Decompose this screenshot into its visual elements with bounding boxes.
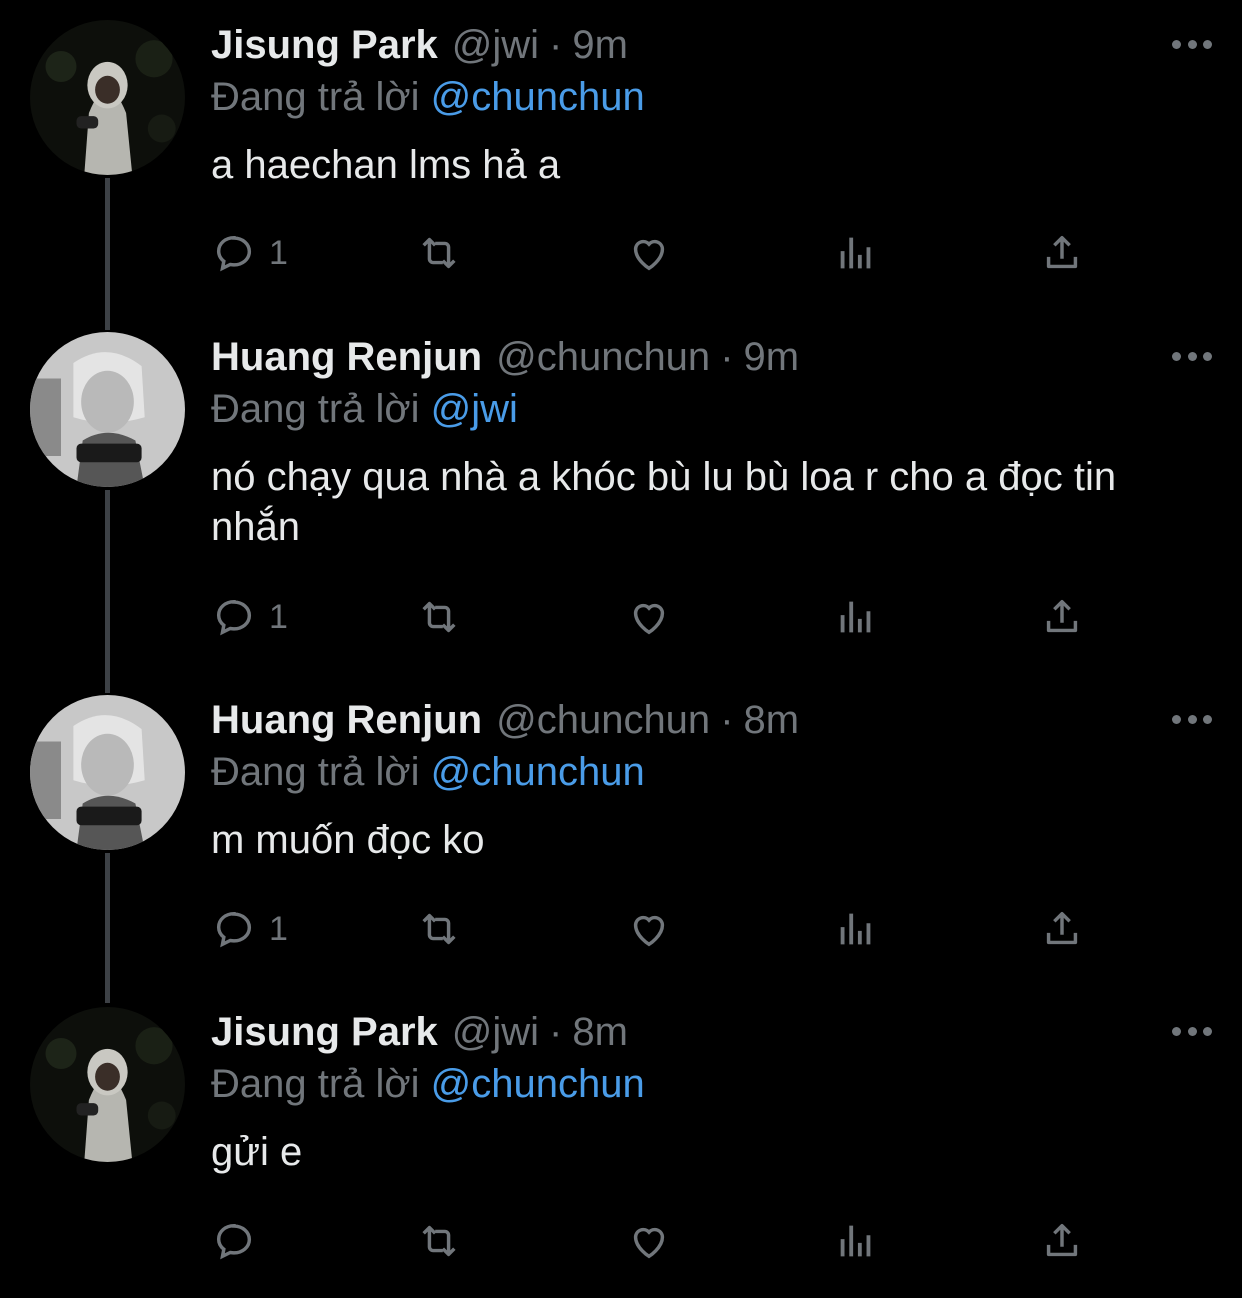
display-name[interactable]: Jisung Park <box>211 20 438 70</box>
mention-link[interactable]: @chunchun <box>431 750 645 794</box>
reply-icon <box>216 599 252 636</box>
reply-button[interactable]: 1 <box>211 592 288 642</box>
display-name[interactable]: Huang Renjun <box>211 332 482 382</box>
retweet-icon <box>422 913 456 945</box>
mention-link[interactable]: @jwi <box>431 387 518 431</box>
separator: · <box>720 335 734 379</box>
timestamp[interactable]: 9m <box>572 20 628 70</box>
share-button[interactable] <box>1039 592 1085 642</box>
views-icon <box>840 1225 871 1257</box>
separator: · <box>720 698 734 742</box>
replying-prefix: Đang trả lời <box>211 387 420 431</box>
mention-link[interactable]: @chunchun <box>431 1062 645 1106</box>
replying-to: Đang trả lời @chunchun <box>211 747 1212 797</box>
avatar[interactable] <box>30 332 185 487</box>
like-button[interactable] <box>626 228 672 278</box>
mention-link[interactable]: @chunchun <box>431 75 645 119</box>
thread-line <box>105 178 110 330</box>
like-button[interactable] <box>626 904 672 954</box>
share-button[interactable] <box>1039 1216 1085 1266</box>
like-icon <box>633 239 665 271</box>
views-button[interactable] <box>833 228 879 278</box>
reply-button[interactable] <box>211 1216 269 1266</box>
separator: · <box>549 23 563 67</box>
replying-prefix: Đang trả lời <box>211 750 420 794</box>
reply-icon <box>216 235 252 272</box>
handle[interactable]: @chunchun <box>496 695 710 745</box>
like-icon <box>633 603 665 635</box>
replying-prefix: Đang trả lời <box>211 75 420 119</box>
views-icon <box>840 237 871 269</box>
tweet-text: nó chạy qua nhà a khóc bù lu bù loa r ch… <box>211 455 1117 549</box>
separator: · <box>549 1010 563 1054</box>
views-button[interactable] <box>833 904 879 954</box>
handle[interactable]: @jwi <box>452 1007 539 1057</box>
share-button[interactable] <box>1039 904 1085 954</box>
reply-count: 1 <box>269 909 288 948</box>
like-icon <box>633 915 665 947</box>
like-button[interactable] <box>626 592 672 642</box>
like-button[interactable] <box>626 1216 672 1266</box>
avatar[interactable] <box>30 20 185 175</box>
timestamp[interactable]: 8m <box>572 1007 628 1057</box>
share-icon <box>1046 911 1078 945</box>
share-icon <box>1046 1223 1078 1257</box>
handle[interactable]: @chunchun <box>496 332 710 382</box>
avatar[interactable] <box>30 695 185 850</box>
retweet-icon <box>422 237 456 269</box>
share-icon <box>1046 235 1078 269</box>
avatar[interactable] <box>30 1007 185 1162</box>
thread-line <box>105 853 110 1003</box>
reply-button[interactable]: 1 <box>211 228 288 278</box>
share-icon <box>1046 599 1078 633</box>
more-icon[interactable] <box>1172 1025 1212 1037</box>
display-name[interactable]: Jisung Park <box>211 1007 438 1057</box>
display-name[interactable]: Huang Renjun <box>211 695 482 745</box>
thread-line <box>105 490 110 693</box>
tweet-text: a haechan lms hả a <box>211 143 561 187</box>
handle[interactable]: @jwi <box>452 20 539 70</box>
reply-button[interactable]: 1 <box>211 904 288 954</box>
reply-icon <box>216 1223 252 1260</box>
retweet-icon <box>422 601 456 633</box>
replying-to: Đang trả lời @chunchun <box>211 72 1212 122</box>
retweet-button[interactable] <box>416 592 462 642</box>
like-icon <box>633 1227 665 1259</box>
retweet-button[interactable] <box>416 904 462 954</box>
replying-prefix: Đang trả lời <box>211 1062 420 1106</box>
share-button[interactable] <box>1039 228 1085 278</box>
retweet-button[interactable] <box>416 228 462 278</box>
retweet-icon <box>422 1225 456 1257</box>
reply-icon <box>216 911 252 948</box>
reply-count: 1 <box>269 233 288 272</box>
more-icon[interactable] <box>1172 350 1212 362</box>
reply-count: 1 <box>269 597 288 636</box>
timestamp[interactable]: 8m <box>744 695 800 745</box>
tweet-text: m muốn đọc ko <box>211 818 485 862</box>
views-button[interactable] <box>833 1216 879 1266</box>
replying-to: Đang trả lời @jwi <box>211 384 1212 434</box>
replying-to: Đang trả lời @chunchun <box>211 1059 1212 1109</box>
tweet-text: gửi e <box>211 1130 303 1174</box>
views-icon <box>840 913 871 945</box>
more-icon[interactable] <box>1172 38 1212 50</box>
views-icon <box>840 601 871 633</box>
views-button[interactable] <box>833 592 879 642</box>
timestamp[interactable]: 9m <box>744 332 800 382</box>
retweet-button[interactable] <box>416 1216 462 1266</box>
more-icon[interactable] <box>1172 713 1212 725</box>
